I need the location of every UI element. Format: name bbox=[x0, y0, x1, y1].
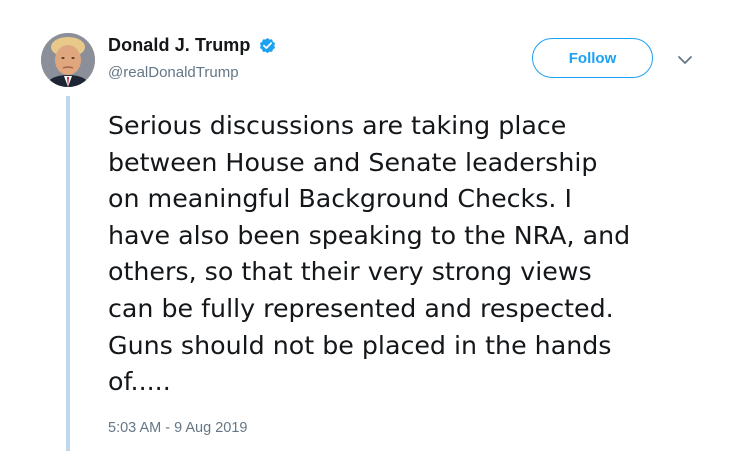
chevron-down-icon[interactable] bbox=[676, 52, 694, 66]
follow-button[interactable]: Follow bbox=[532, 38, 653, 78]
author-row: Donald J. Trump bbox=[108, 35, 277, 56]
tweet-timestamp[interactable]: 5:03 AM - 9 Aug 2019 bbox=[108, 420, 247, 436]
tweet-text: Serious discussions are taking place bet… bbox=[108, 111, 631, 397]
avatar[interactable] bbox=[41, 33, 95, 87]
author-handle[interactable]: @realDonaldTrump bbox=[108, 64, 239, 81]
thread-line bbox=[66, 96, 70, 451]
verified-badge-icon bbox=[258, 36, 277, 55]
tweet-card: Donald J. Trump @realDonaldTrump Follow … bbox=[0, 0, 735, 451]
author-display-name[interactable]: Donald J. Trump bbox=[108, 35, 251, 56]
